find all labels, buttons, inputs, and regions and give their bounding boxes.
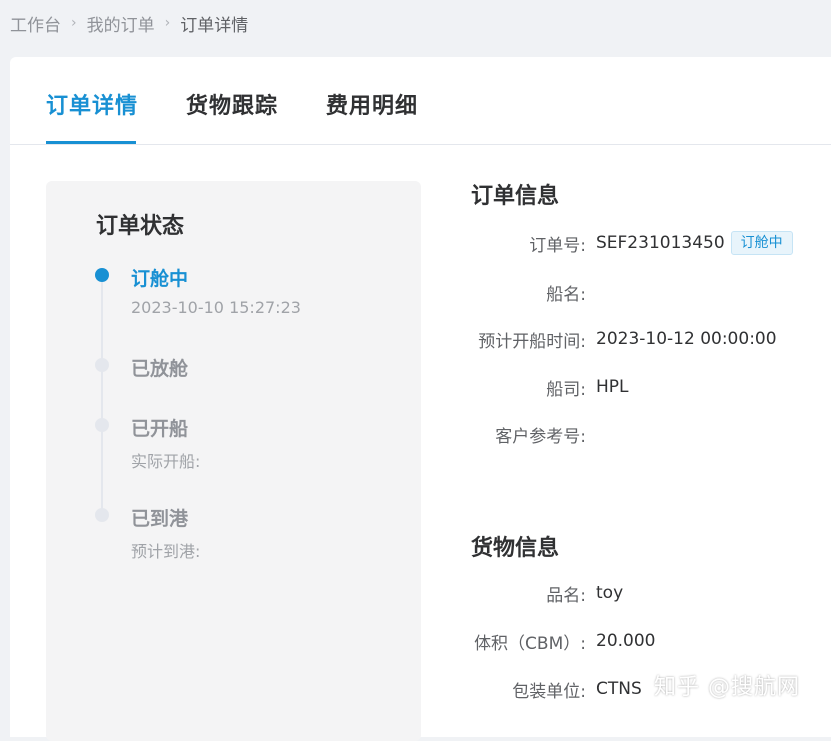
order-status-panel: 订单状态 订舱中 2023-10-10 15:27:23 已放舱 已开船 实际开… bbox=[46, 181, 421, 741]
cargo-name-value: toy bbox=[596, 583, 624, 603]
volume-row: 体积（CBM）: 20.000 bbox=[431, 628, 655, 654]
volume-value: 20.000 bbox=[596, 631, 656, 651]
etd-label: 预计开船时间: bbox=[478, 331, 586, 352]
timeline-step-title: 已到港 bbox=[131, 508, 189, 530]
timeline-dot-active bbox=[95, 268, 109, 282]
etd-row: 预计开船时间: 2023-10-12 00:00:00 bbox=[431, 326, 777, 352]
tab-cargo-tracking[interactable]: 货物跟踪 bbox=[186, 88, 278, 120]
ship-name-label: 船名: bbox=[546, 284, 586, 305]
timeline-dot bbox=[95, 358, 109, 372]
tab-active-indicator bbox=[46, 141, 136, 144]
carrier-row: 船司: HPL bbox=[431, 374, 629, 400]
status-badge: 订舱中 bbox=[730, 231, 793, 255]
breadcrumb-item-workbench[interactable]: 工作台 bbox=[10, 11, 61, 36]
package-unit-label: 包装单位: bbox=[512, 681, 586, 702]
ship-name-row: 船名: bbox=[431, 279, 596, 305]
timeline-step-sub: 实际开船: bbox=[131, 452, 201, 471]
package-unit-row: 包装单位: CTNS bbox=[431, 676, 642, 702]
timeline-dot bbox=[95, 508, 109, 522]
order-no-value: SEF231013450 bbox=[596, 233, 725, 253]
breadcrumb: 工作台 › 我的订单 › 订单详情 bbox=[10, 11, 249, 36]
volume-label: 体积（CBM）: bbox=[474, 633, 586, 654]
timeline-step-time: 2023-10-10 15:27:23 bbox=[131, 298, 301, 317]
carrier-label: 船司: bbox=[546, 379, 586, 400]
order-info-title: 订单信息 bbox=[471, 184, 560, 209]
tab-bar: 订单详情 货物跟踪 费用明细 bbox=[10, 57, 831, 145]
timeline-step-sub: 预计到港: bbox=[131, 542, 201, 561]
breadcrumb-item-my-orders[interactable]: 我的订单 bbox=[87, 11, 155, 36]
order-no-row: 订单号: SEF231013450 订舱中 bbox=[431, 230, 793, 256]
chevron-right-icon: › bbox=[164, 15, 171, 31]
timeline-line bbox=[101, 277, 103, 517]
breadcrumb-item-current: 订单详情 bbox=[180, 15, 249, 36]
order-detail-card: 订单详情 货物跟踪 费用明细 订单状态 订舱中 2023-10-10 15:27… bbox=[10, 57, 831, 741]
timeline-step-title: 已放舱 bbox=[131, 358, 189, 380]
customer-ref-label: 客户参考号: bbox=[495, 426, 586, 447]
order-status-title: 订单状态 bbox=[96, 214, 185, 239]
etd-value: 2023-10-12 00:00:00 bbox=[596, 329, 777, 349]
tab-fee-detail[interactable]: 费用明细 bbox=[326, 88, 418, 120]
cargo-name-row: 品名: toy bbox=[431, 580, 623, 606]
carrier-value: HPL bbox=[596, 377, 629, 397]
order-no-value-wrap: SEF231013450 订舱中 bbox=[596, 231, 793, 255]
watermark: 知乎 @搜航网 bbox=[654, 675, 800, 700]
order-no-label: 订单号: bbox=[529, 235, 586, 256]
timeline-step-title: 已开船 bbox=[131, 418, 189, 440]
timeline-step-title: 订舱中 bbox=[131, 268, 189, 290]
timeline-dot bbox=[95, 418, 109, 432]
customer-ref-row: 客户参考号: bbox=[431, 421, 596, 447]
chevron-right-icon: › bbox=[71, 15, 77, 31]
tab-order-detail[interactable]: 订单详情 bbox=[46, 88, 138, 120]
package-unit-value: CTNS bbox=[596, 679, 642, 699]
cargo-info-title: 货物信息 bbox=[471, 536, 560, 561]
cargo-name-label: 品名: bbox=[546, 585, 586, 606]
